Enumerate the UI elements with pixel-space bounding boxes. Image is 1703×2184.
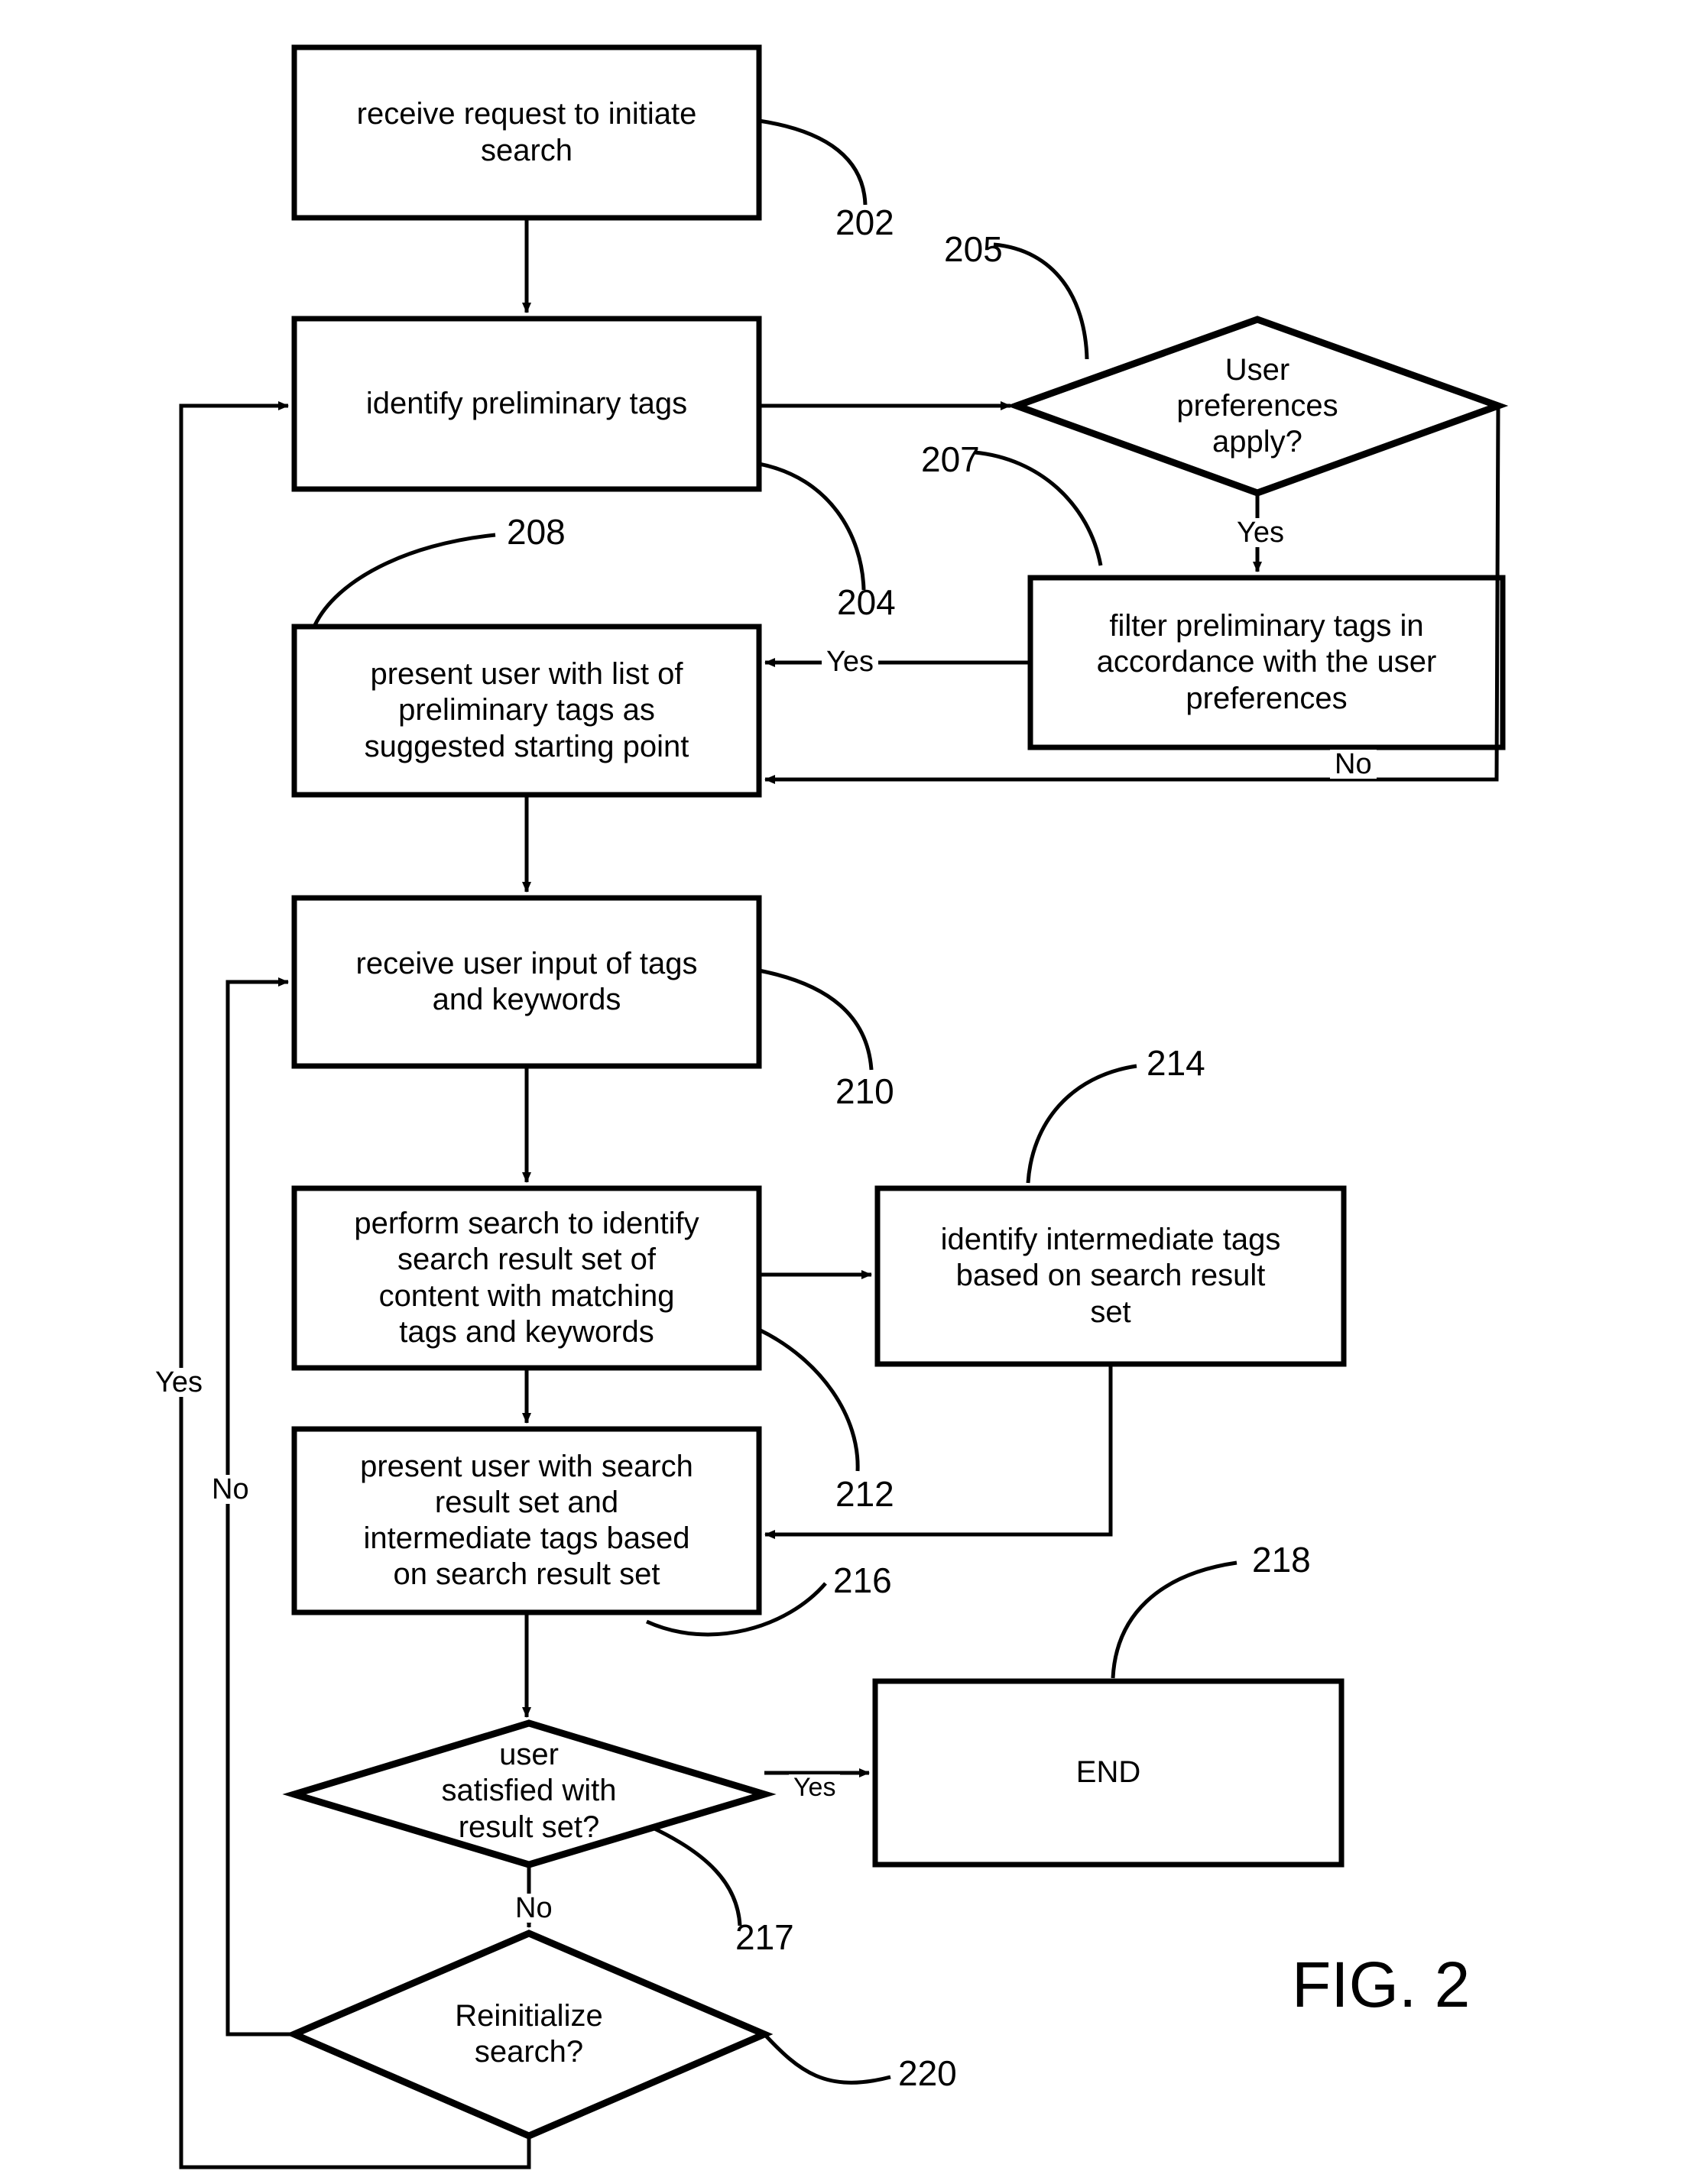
leader-218	[1111, 1560, 1238, 1679]
ref-numeral-205: 205	[944, 229, 1003, 269]
leader-212	[757, 1327, 860, 1472]
edge-label-220-yes: Yes	[151, 1368, 207, 1397]
leader-210	[758, 968, 874, 1071]
edge-label-205-no: No	[1330, 750, 1377, 779]
edge-label-217-no: No	[511, 1894, 557, 1923]
node-shape-207	[1027, 575, 1506, 750]
edge-label-207-yes: Yes	[822, 647, 878, 676]
edge-label-220-no: No	[207, 1475, 254, 1504]
leader-207	[974, 450, 1103, 566]
node-shape-204	[291, 316, 762, 492]
node-shape-217	[282, 1719, 777, 1868]
leader-202	[758, 118, 868, 206]
node-shape-205	[1006, 316, 1509, 497]
node-shape-208	[291, 624, 762, 798]
edge-214-to-216	[764, 1364, 1113, 1539]
ref-numeral-220: 220	[898, 2053, 957, 2093]
leader-208	[313, 533, 496, 627]
node-shape-202	[291, 44, 762, 221]
patent-figure-page: receive request to initiate search ident…	[0, 0, 1703, 2184]
leader-220	[763, 2033, 891, 2085]
ref-numeral-217: 217	[735, 1917, 794, 1957]
node-shape-212	[291, 1185, 762, 1371]
leader-205	[993, 242, 1089, 360]
edge-label-205-yes: Yes	[1232, 518, 1289, 547]
ref-numeral-202: 202	[835, 203, 894, 242]
leader-214	[1026, 1064, 1137, 1184]
ref-numeral-218: 218	[1252, 1540, 1311, 1580]
ref-numeral-216: 216	[833, 1560, 892, 1600]
ref-numeral-214: 214	[1147, 1043, 1205, 1083]
node-shape-220	[285, 1930, 774, 2140]
figure-caption: FIG. 2	[1292, 1949, 1471, 2020]
leader-204	[758, 462, 866, 591]
leader-217	[648, 1824, 742, 1926]
edge-label-217-yes: Yes	[789, 1774, 841, 1800]
ref-numeral-210: 210	[835, 1071, 894, 1111]
ref-numeral-207: 207	[921, 439, 980, 479]
edge-220-no-to-210	[225, 977, 294, 2037]
ref-numeral-204: 204	[837, 582, 896, 622]
node-shape-214	[874, 1185, 1347, 1367]
node-shape-218	[872, 1678, 1345, 1868]
node-shape-210	[291, 895, 762, 1069]
ref-numeral-208: 208	[507, 512, 566, 552]
node-shape-216	[291, 1426, 762, 1615]
ref-numeral-212: 212	[835, 1474, 894, 1514]
